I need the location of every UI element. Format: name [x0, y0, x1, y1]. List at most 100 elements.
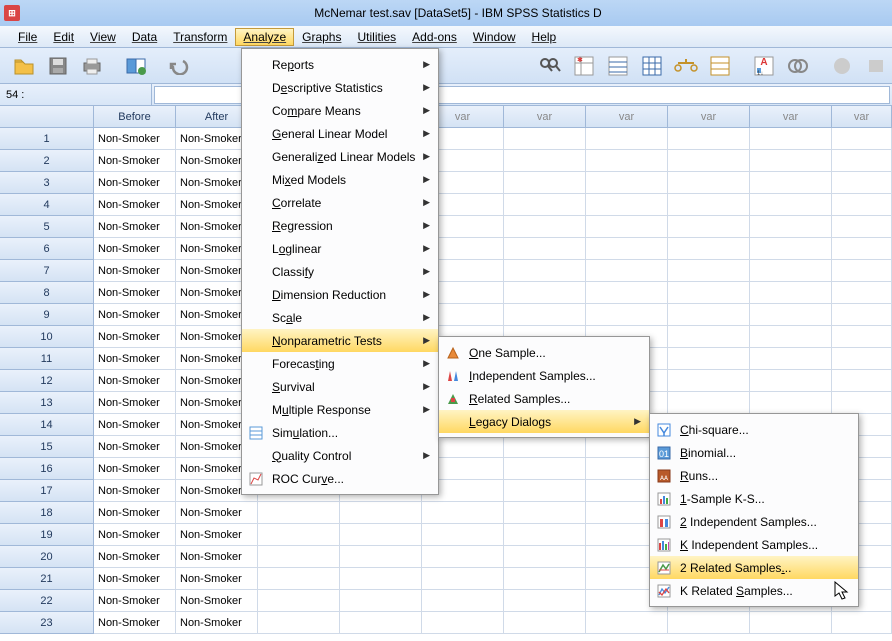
cell[interactable]	[668, 370, 750, 392]
cell[interactable]	[832, 326, 892, 348]
row-header[interactable]: 3	[0, 172, 94, 194]
cell[interactable]	[832, 612, 892, 634]
cell[interactable]	[340, 524, 422, 546]
cell[interactable]	[668, 172, 750, 194]
menu-graphs[interactable]: Graphs	[294, 28, 349, 46]
cell[interactable]	[668, 282, 750, 304]
col-header-var[interactable]: var	[504, 106, 586, 128]
menu-forecasting[interactable]: Forecasting▶	[242, 352, 438, 375]
menu-k-independent[interactable]: K Independent Samples...	[650, 533, 858, 556]
cell[interactable]: Non-Smoker	[94, 172, 176, 194]
cell[interactable]: Non-Smoker	[94, 260, 176, 282]
cell[interactable]	[504, 568, 586, 590]
menu-compare-means[interactable]: Compare Means▶	[242, 99, 438, 122]
cell[interactable]	[504, 612, 586, 634]
value-labels-icon[interactable]	[602, 51, 634, 81]
grid-icon[interactable]	[636, 51, 668, 81]
row-header[interactable]: 16	[0, 458, 94, 480]
menu-reports[interactable]: Reports▶	[242, 53, 438, 76]
cell[interactable]: Non-Smoker	[94, 414, 176, 436]
select-cases-icon[interactable]	[704, 51, 736, 81]
row-header[interactable]: 14	[0, 414, 94, 436]
menu-data[interactable]: Data	[124, 28, 165, 46]
menu-related-samples[interactable]: Related Samples...	[439, 387, 649, 410]
row-header[interactable]: 7	[0, 260, 94, 282]
weight-icon[interactable]	[670, 51, 702, 81]
cell[interactable]: Non-Smoker	[94, 238, 176, 260]
save-icon[interactable]	[42, 51, 74, 81]
cell[interactable]: Non-Smoker	[94, 128, 176, 150]
row-header[interactable]: 19	[0, 524, 94, 546]
menu-chi-square[interactable]: Chi-square...	[650, 418, 858, 441]
cell[interactable]	[504, 502, 586, 524]
menu-edit[interactable]: Edit	[45, 28, 82, 46]
col-header-var[interactable]: var	[586, 106, 668, 128]
menu-legacy-dialogs[interactable]: Legacy Dialogs▶	[439, 410, 649, 433]
cell[interactable]	[504, 282, 586, 304]
menu-analyze[interactable]: Analyze	[235, 28, 294, 46]
menu-1sample-ks[interactable]: 1-Sample K-S...	[650, 487, 858, 510]
sets-icon[interactable]	[782, 51, 814, 81]
menu-runs[interactable]: ᴀᴀRuns...	[650, 464, 858, 487]
cell[interactable]	[668, 150, 750, 172]
cell[interactable]	[832, 392, 892, 414]
cell[interactable]	[832, 194, 892, 216]
cell[interactable]	[832, 238, 892, 260]
cell[interactable]: Non-Smoker	[94, 612, 176, 634]
row-header[interactable]: 5	[0, 216, 94, 238]
cell[interactable]	[750, 348, 832, 370]
col-header-var[interactable]: var	[832, 106, 892, 128]
cell[interactable]	[750, 128, 832, 150]
cell[interactable]	[586, 238, 668, 260]
menu-multresp[interactable]: Multiple Response▶	[242, 398, 438, 421]
menu-2-independent[interactable]: 2 Independent Samples...	[650, 510, 858, 533]
cell[interactable]	[750, 392, 832, 414]
cell[interactable]: Non-Smoker	[94, 194, 176, 216]
cell[interactable]	[668, 392, 750, 414]
cell[interactable]	[832, 150, 892, 172]
row-header[interactable]: 9	[0, 304, 94, 326]
cell[interactable]	[340, 502, 422, 524]
variables-icon[interactable]: ✱	[568, 51, 600, 81]
cell[interactable]: Non-Smoker	[94, 282, 176, 304]
row-header[interactable]: 11	[0, 348, 94, 370]
row-header[interactable]: 13	[0, 392, 94, 414]
cell[interactable]	[750, 172, 832, 194]
cell[interactable]: Non-Smoker	[94, 216, 176, 238]
cell[interactable]: Non-Smoker	[94, 370, 176, 392]
cell[interactable]	[832, 348, 892, 370]
cell[interactable]	[504, 216, 586, 238]
cell[interactable]	[422, 568, 504, 590]
menu-glm[interactable]: General Linear Model▶	[242, 122, 438, 145]
cell[interactable]: Non-Smoker	[94, 326, 176, 348]
row-header[interactable]: 20	[0, 546, 94, 568]
cell[interactable]: Non-Smoker	[176, 546, 258, 568]
cell[interactable]	[668, 304, 750, 326]
menu-survival[interactable]: Survival▶	[242, 375, 438, 398]
cell[interactable]	[340, 612, 422, 634]
cell[interactable]	[504, 150, 586, 172]
cell[interactable]	[832, 216, 892, 238]
menu-mixed[interactable]: Mixed Models▶	[242, 168, 438, 191]
cell[interactable]	[750, 150, 832, 172]
cell[interactable]	[668, 128, 750, 150]
cell[interactable]	[586, 172, 668, 194]
cell[interactable]	[750, 370, 832, 392]
cell[interactable]	[422, 590, 504, 612]
row-header[interactable]: 22	[0, 590, 94, 612]
cell[interactable]	[750, 282, 832, 304]
cell[interactable]: Non-Smoker	[94, 304, 176, 326]
cell[interactable]	[832, 282, 892, 304]
cell[interactable]	[504, 590, 586, 612]
menu-quality[interactable]: Quality Control▶	[242, 444, 438, 467]
col-header-before[interactable]: Before	[94, 106, 176, 128]
cell[interactable]: Non-Smoker	[176, 524, 258, 546]
cell[interactable]	[422, 546, 504, 568]
cell[interactable]	[668, 612, 750, 634]
cell[interactable]	[586, 282, 668, 304]
col-header-var[interactable]: var	[668, 106, 750, 128]
cell[interactable]	[750, 216, 832, 238]
menu-regression[interactable]: Regression▶	[242, 214, 438, 237]
cell[interactable]	[340, 568, 422, 590]
cell[interactable]	[586, 216, 668, 238]
